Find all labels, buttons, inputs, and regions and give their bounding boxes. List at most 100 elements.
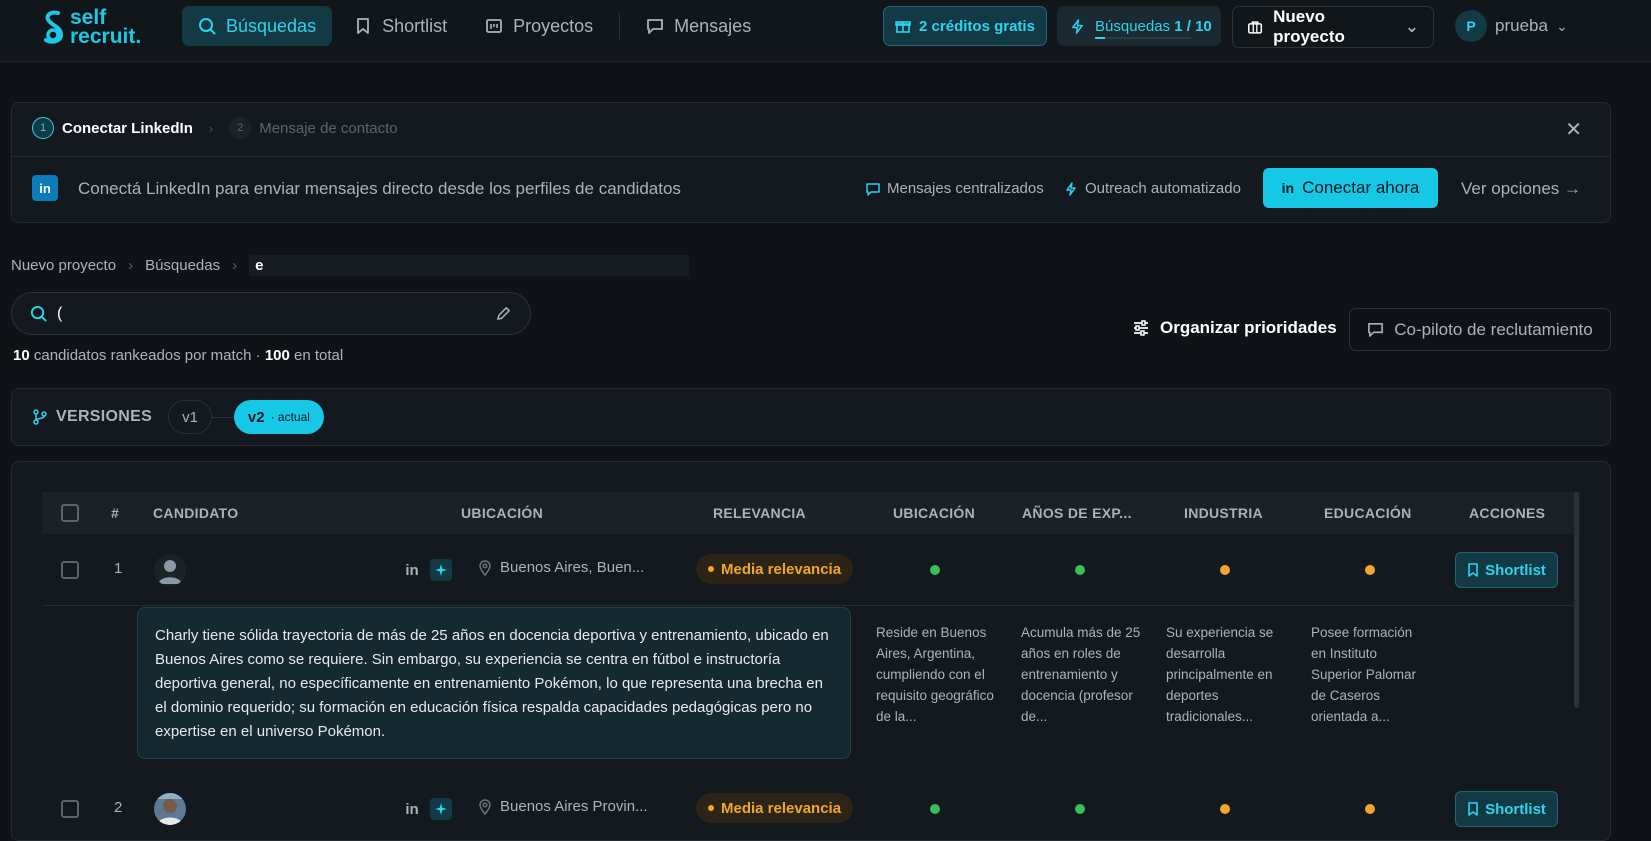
lightning-icon	[1066, 181, 1076, 196]
column-header-candidate[interactable]: CANDIDATO	[153, 505, 238, 521]
column-header-num: #	[111, 505, 120, 521]
shortlist-button[interactable]: Shortlist	[1455, 791, 1558, 827]
breadcrumb-item-project[interactable]: Nuevo proyecto	[11, 257, 116, 274]
shortlist-button[interactable]: Shortlist	[1455, 552, 1558, 588]
search-quota-value: 1 / 10	[1174, 17, 1212, 35]
nav-item-proyectos[interactable]: Proyectos	[469, 6, 609, 46]
default-avatar-icon	[154, 554, 186, 586]
select-all-checkbox[interactable]	[61, 504, 79, 522]
status-dot	[708, 805, 714, 811]
organize-priorities-button[interactable]: Organizar prioridades	[1132, 318, 1337, 338]
candidate-location: Buenos Aires Provin...	[478, 798, 648, 815]
column-header-criterion-years[interactable]: AÑOS DE EXP...	[1022, 505, 1132, 521]
table-scrollbar[interactable]	[1574, 492, 1579, 708]
bookmark-icon	[1468, 802, 1478, 816]
search-quota-label: Búsquedas	[1095, 17, 1171, 35]
nav-item-busquedas[interactable]: Búsquedas	[182, 6, 333, 46]
column-header-criterion-location[interactable]: UBICACIÓN	[893, 505, 975, 521]
brand-name-line2: recruit.	[70, 25, 142, 48]
ranked-count: 10	[13, 347, 30, 364]
free-credits-button[interactable]: 2 créditos gratis	[883, 6, 1047, 46]
version-v2-button[interactable]: v2 · actual	[233, 400, 324, 434]
credits-label: 2 créditos gratis	[919, 17, 1035, 35]
nav-item-shortlist[interactable]: Shortlist	[338, 6, 463, 46]
view-options-label: Ver opciones	[1461, 179, 1560, 198]
criterion-years-indicator	[1075, 804, 1085, 814]
search-input[interactable]	[57, 304, 485, 323]
connect-now-button[interactable]: in Conectar ahora	[1263, 168, 1438, 208]
column-header-actions: ACCIONES	[1469, 505, 1546, 521]
column-header-location[interactable]: UBICACIÓN	[461, 505, 543, 521]
linkedin-icon[interactable]: in	[401, 559, 423, 581]
step-number: 1	[32, 117, 54, 139]
row-checkbox[interactable]	[61, 800, 79, 818]
chevron-right-icon: ›	[208, 120, 214, 136]
user-name: prueba	[1495, 16, 1548, 35]
close-icon[interactable]: ✕	[1565, 117, 1582, 142]
criterion-years-indicator	[1075, 565, 1085, 575]
brand-logo[interactable]: self recruit.	[42, 7, 142, 48]
git-branch-icon	[33, 409, 47, 425]
criterion-industry-indicator	[1220, 565, 1230, 575]
version-current-tag: · actual	[270, 410, 310, 424]
versions-bar: VERSIONES v1 v2 · actual	[11, 388, 1611, 446]
step-label-linkedin[interactable]: Conectar LinkedIn	[62, 120, 193, 137]
sparkle-icon	[435, 803, 447, 815]
ai-sparkle-icon[interactable]	[430, 559, 452, 581]
chevron-right-icon: ›	[128, 257, 134, 274]
chevron-right-icon: ›	[232, 257, 238, 274]
avatar[interactable]	[154, 793, 186, 825]
copilot-button[interactable]: Co-piloto de reclutamiento	[1349, 308, 1611, 351]
versions-title: VERSIONES	[32, 408, 152, 426]
chevron-down-icon: ⌄	[1555, 17, 1568, 34]
results-count: 10 candidatos rankeados por match · 100 …	[13, 347, 343, 364]
search-quota-bar	[1095, 37, 1191, 39]
view-options-link[interactable]: Ver opciones →	[1461, 179, 1581, 199]
step-label-message[interactable]: Mensaje de contacto	[259, 120, 397, 137]
candidate-location-text: Buenos Aires, Buen...	[500, 559, 645, 576]
avatar[interactable]	[154, 554, 186, 586]
search-quota-indicator[interactable]: Búsquedas 1 / 10	[1057, 6, 1221, 46]
row-checkbox[interactable]	[61, 561, 79, 579]
total-count-text: en total	[294, 347, 344, 364]
avatar: P	[1455, 10, 1487, 42]
map-pin-icon	[479, 798, 491, 815]
project-selector[interactable]: Nuevo proyecto ⌄	[1232, 6, 1434, 48]
nav-item-label: Búsquedas	[226, 15, 317, 36]
user-menu[interactable]: P prueba ⌄	[1455, 10, 1568, 42]
step-number: 2	[229, 117, 252, 139]
chat-icon	[647, 19, 664, 34]
row-number: 2	[114, 799, 123, 816]
bookmark-icon	[1468, 563, 1478, 577]
bookmark-icon	[357, 18, 369, 34]
relevance-badge-label: Media relevancia	[721, 799, 842, 817]
linkedin-connect-text: Conectá LinkedIn para enviar mensajes di…	[78, 179, 681, 198]
ai-sparkle-icon[interactable]	[430, 798, 452, 820]
row-number: 1	[114, 560, 123, 577]
relevance-badge-label: Media relevancia	[721, 560, 842, 578]
column-header-criterion-education[interactable]: EDUCACIÓN	[1324, 505, 1411, 521]
criterion-detail-industry: Su experiencia se desarrolla principalme…	[1166, 625, 1274, 724]
pencil-icon[interactable]	[495, 305, 512, 322]
criterion-detail-education: Posee formación en Instituto Superior Pa…	[1311, 625, 1417, 724]
version-v1-button[interactable]: v1	[168, 400, 212, 434]
table-row[interactable]: 1 in Buenos Aires, Buen... Media relevan…	[42, 534, 1580, 606]
criterion-detail-location: Reside en Buenos Aires, Argentina, cumpl…	[876, 625, 994, 724]
versions-title-label: VERSIONES	[56, 408, 153, 425]
nav-item-mensajes[interactable]: Mensajes	[630, 6, 767, 46]
connect-now-label: Conectar ahora	[1302, 178, 1420, 197]
criterion-education-indicator	[1365, 565, 1375, 575]
table-header: # CANDIDATO UBICACIÓN RELEVANCIA UBICACI…	[42, 492, 1580, 534]
linkedin-icon[interactable]: in	[401, 798, 423, 820]
feature-centralized-messages: Mensajes centralizados	[866, 180, 1044, 197]
column-header-relevance[interactable]: RELEVANCIA	[713, 505, 806, 521]
chat-icon	[866, 182, 880, 196]
candidate-location: Buenos Aires, Buen...	[478, 559, 644, 576]
brand-name: self recruit.	[70, 7, 142, 48]
table-row[interactable]: 2 in Buenos Aires Provin... Media releva…	[42, 774, 1580, 840]
column-header-criterion-industry[interactable]: INDUSTRIA	[1184, 505, 1263, 521]
breadcrumb-item-searches[interactable]: Búsquedas	[145, 257, 220, 274]
linkedin-connect-card: 1 Conectar LinkedIn › 2 Mensaje de conta…	[11, 102, 1611, 223]
search-quota-fill	[1095, 37, 1105, 39]
relevance-badge: Media relevancia	[696, 793, 854, 823]
